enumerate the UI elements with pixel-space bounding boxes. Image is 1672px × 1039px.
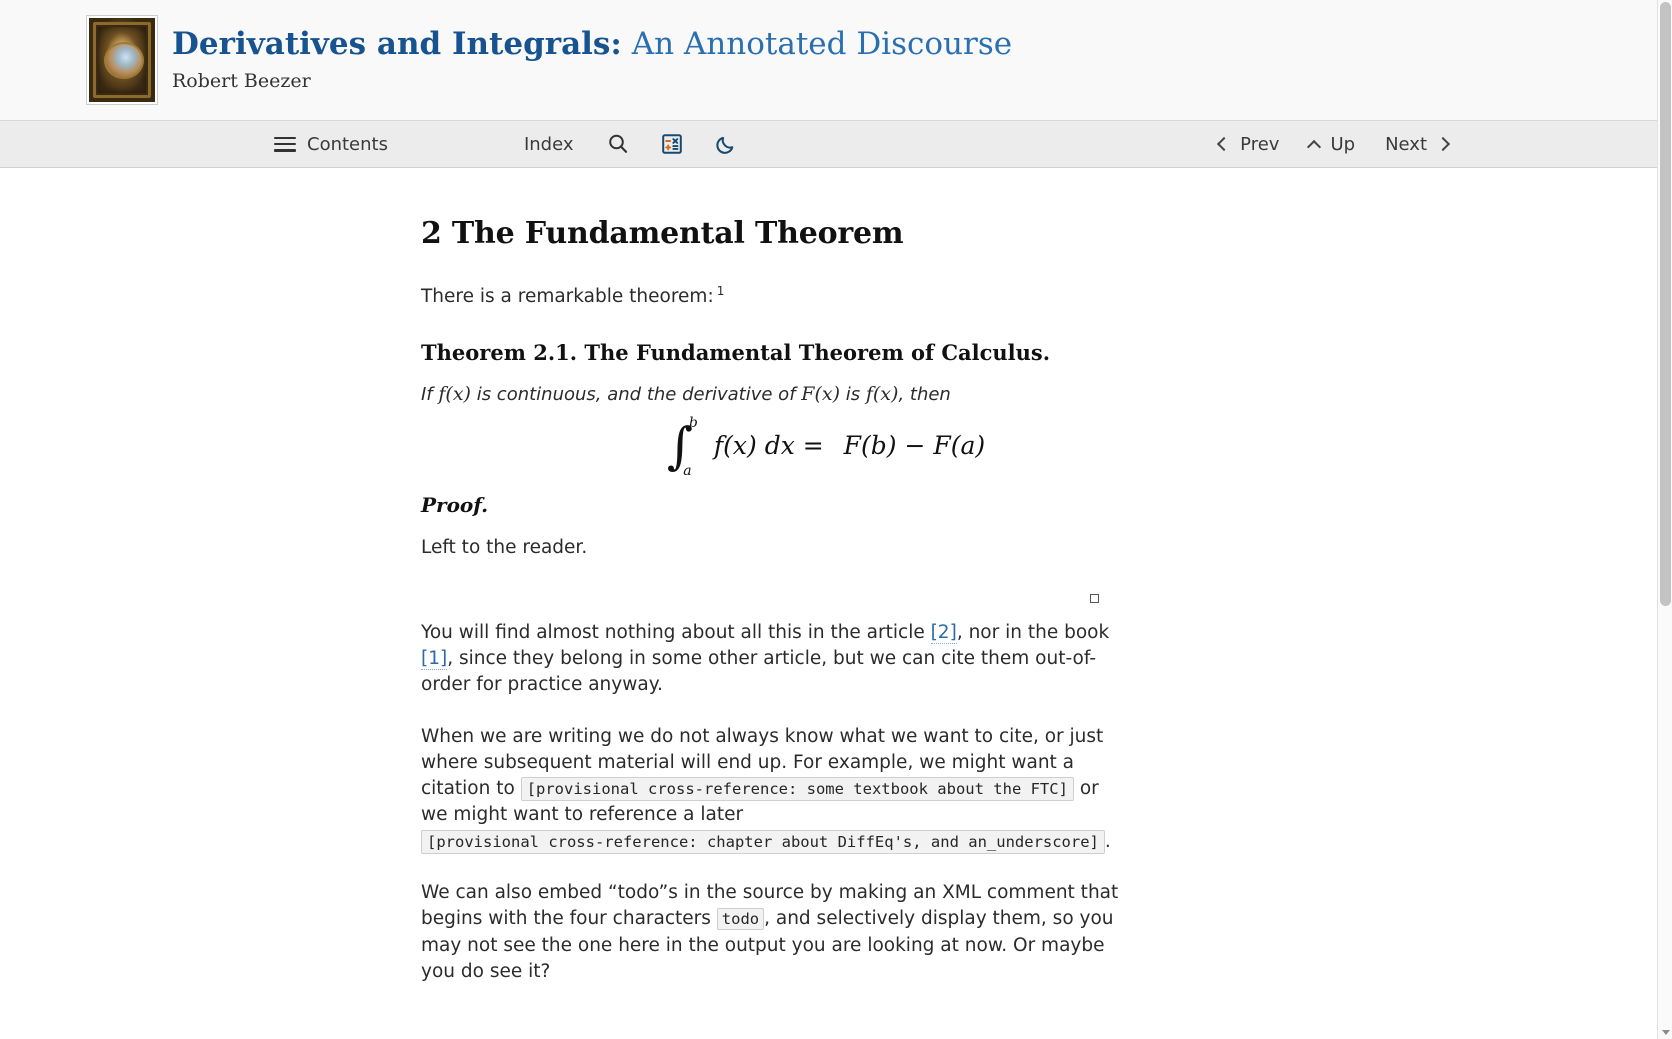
chevron-left-icon — [1217, 136, 1232, 152]
toolbar-middle-group: Index — [522, 131, 738, 158]
up-label: Up — [1330, 133, 1356, 155]
footnote-marker[interactable]: 1 — [717, 284, 725, 298]
stmt-part-c: is — [845, 384, 861, 406]
title-block: Derivatives and Integrals: An Annotated … — [172, 26, 1012, 94]
scrollbar-thumb[interactable] — [1660, 2, 1671, 606]
next-label: Next — [1385, 133, 1427, 155]
citation-link-2[interactable]: [2] — [930, 621, 957, 644]
content-column: 2 The Fundamental Theorem There is a rem… — [421, 216, 1121, 985]
equals-sign: = — [802, 431, 824, 461]
cite-text-1: You will find almost nothing about all t… — [421, 621, 931, 643]
hamburger-icon — [274, 136, 296, 152]
contents-button[interactable]: Contents — [272, 131, 390, 158]
prev-label: Prev — [1240, 133, 1280, 155]
provisional-xref-2: [provisional cross-reference: chapter ab… — [421, 829, 1105, 854]
todo-code: todo — [716, 908, 765, 931]
toolbar-right-group: Prev Up Next — [1217, 131, 1451, 158]
book-title-subtitle: An Annotated Discourse — [631, 26, 1013, 63]
masthead: Derivatives and Integrals: An Annotated … — [0, 0, 1672, 121]
integral-limits: ba — [683, 416, 698, 478]
equation-rhs: F(b) − F(a) — [843, 431, 986, 461]
display-equation: ∫ b a f(x) dx = F(b) − F(a) — [476, 416, 1176, 478]
page-title[interactable]: Derivatives and Integrals: An Annotated … — [172, 26, 1012, 64]
book-cover-art-icon — [89, 18, 155, 102]
stmt-part-d: , then — [898, 384, 951, 406]
cite-text-2: , nor in the book — [956, 621, 1110, 643]
stmt-part-a: If — [421, 384, 433, 406]
provisional-xref-1: [provisional cross-reference: some textb… — [520, 777, 1074, 802]
cite-text-3: , since they belong in some other articl… — [421, 648, 1096, 696]
proof-body: Left to the reader. — [421, 536, 588, 558]
citations-paragraph: You will find almost nothing about all t… — [421, 620, 1121, 699]
todo-paragraph: We can also embed “todo”s in the source … — [421, 880, 1121, 985]
theorem-statement: If f(x) is continuous, and the derivativ… — [421, 383, 1121, 405]
scroll-down-arrow-icon[interactable] — [1658, 1025, 1672, 1039]
qed-row — [421, 586, 1121, 620]
vertical-scrollbar[interactable] — [1657, 0, 1672, 1039]
book-cover-logo[interactable] — [86, 15, 158, 105]
index-button[interactable]: Index — [522, 131, 576, 158]
upper-limit: b — [688, 415, 698, 432]
prov-text-3: . — [1104, 830, 1111, 852]
article-content: 2 The Fundamental Theorem There is a rem… — [0, 168, 1672, 985]
navigation-toolbar: Contents Index Prev Up Next — [0, 121, 1672, 168]
theorem-title: Theorem 2.1. The Fundamental Theorem of … — [421, 340, 1051, 366]
chevron-up-icon — [1307, 139, 1322, 155]
search-button[interactable] — [606, 132, 630, 156]
proof-heading: Proof. — [421, 492, 489, 517]
stmt-part-b: is continuous, and the derivative of — [476, 384, 796, 406]
math-Fx: F(x) — [801, 383, 840, 406]
book-title-main: Derivatives and Integrals: — [172, 26, 622, 63]
chevron-right-icon — [1435, 136, 1451, 152]
toolbar-left-group: Contents — [272, 131, 390, 158]
dark-mode-button[interactable] — [714, 132, 738, 156]
calculator-button[interactable] — [660, 132, 684, 156]
calculator-icon — [661, 134, 682, 154]
intro-text: There is a remarkable theorem: — [421, 286, 714, 308]
moon-icon — [715, 136, 733, 154]
qed-box-icon — [1090, 593, 1099, 603]
index-label: Index — [523, 133, 574, 155]
lower-limit: a — [683, 462, 692, 479]
integrand: f(x) dx — [713, 431, 795, 461]
next-button[interactable]: Next — [1383, 131, 1451, 158]
provisional-paragraph: When we are writing we do not always kno… — [421, 724, 1121, 855]
prev-button[interactable]: Prev — [1217, 131, 1281, 158]
up-button[interactable]: Up — [1307, 131, 1357, 158]
search-icon — [608, 134, 627, 153]
math-fx-1: f(x) — [438, 383, 471, 406]
contents-label: Contents — [307, 133, 388, 155]
citation-link-1[interactable]: [1] — [421, 648, 448, 671]
math-fx-2: f(x) — [865, 383, 899, 406]
book-author: Robert Beezer — [172, 69, 311, 92]
section-heading: 2 The Fundamental Theorem — [421, 216, 904, 251]
intro-paragraph: There is a remarkable theorem: 1 — [421, 283, 1121, 310]
